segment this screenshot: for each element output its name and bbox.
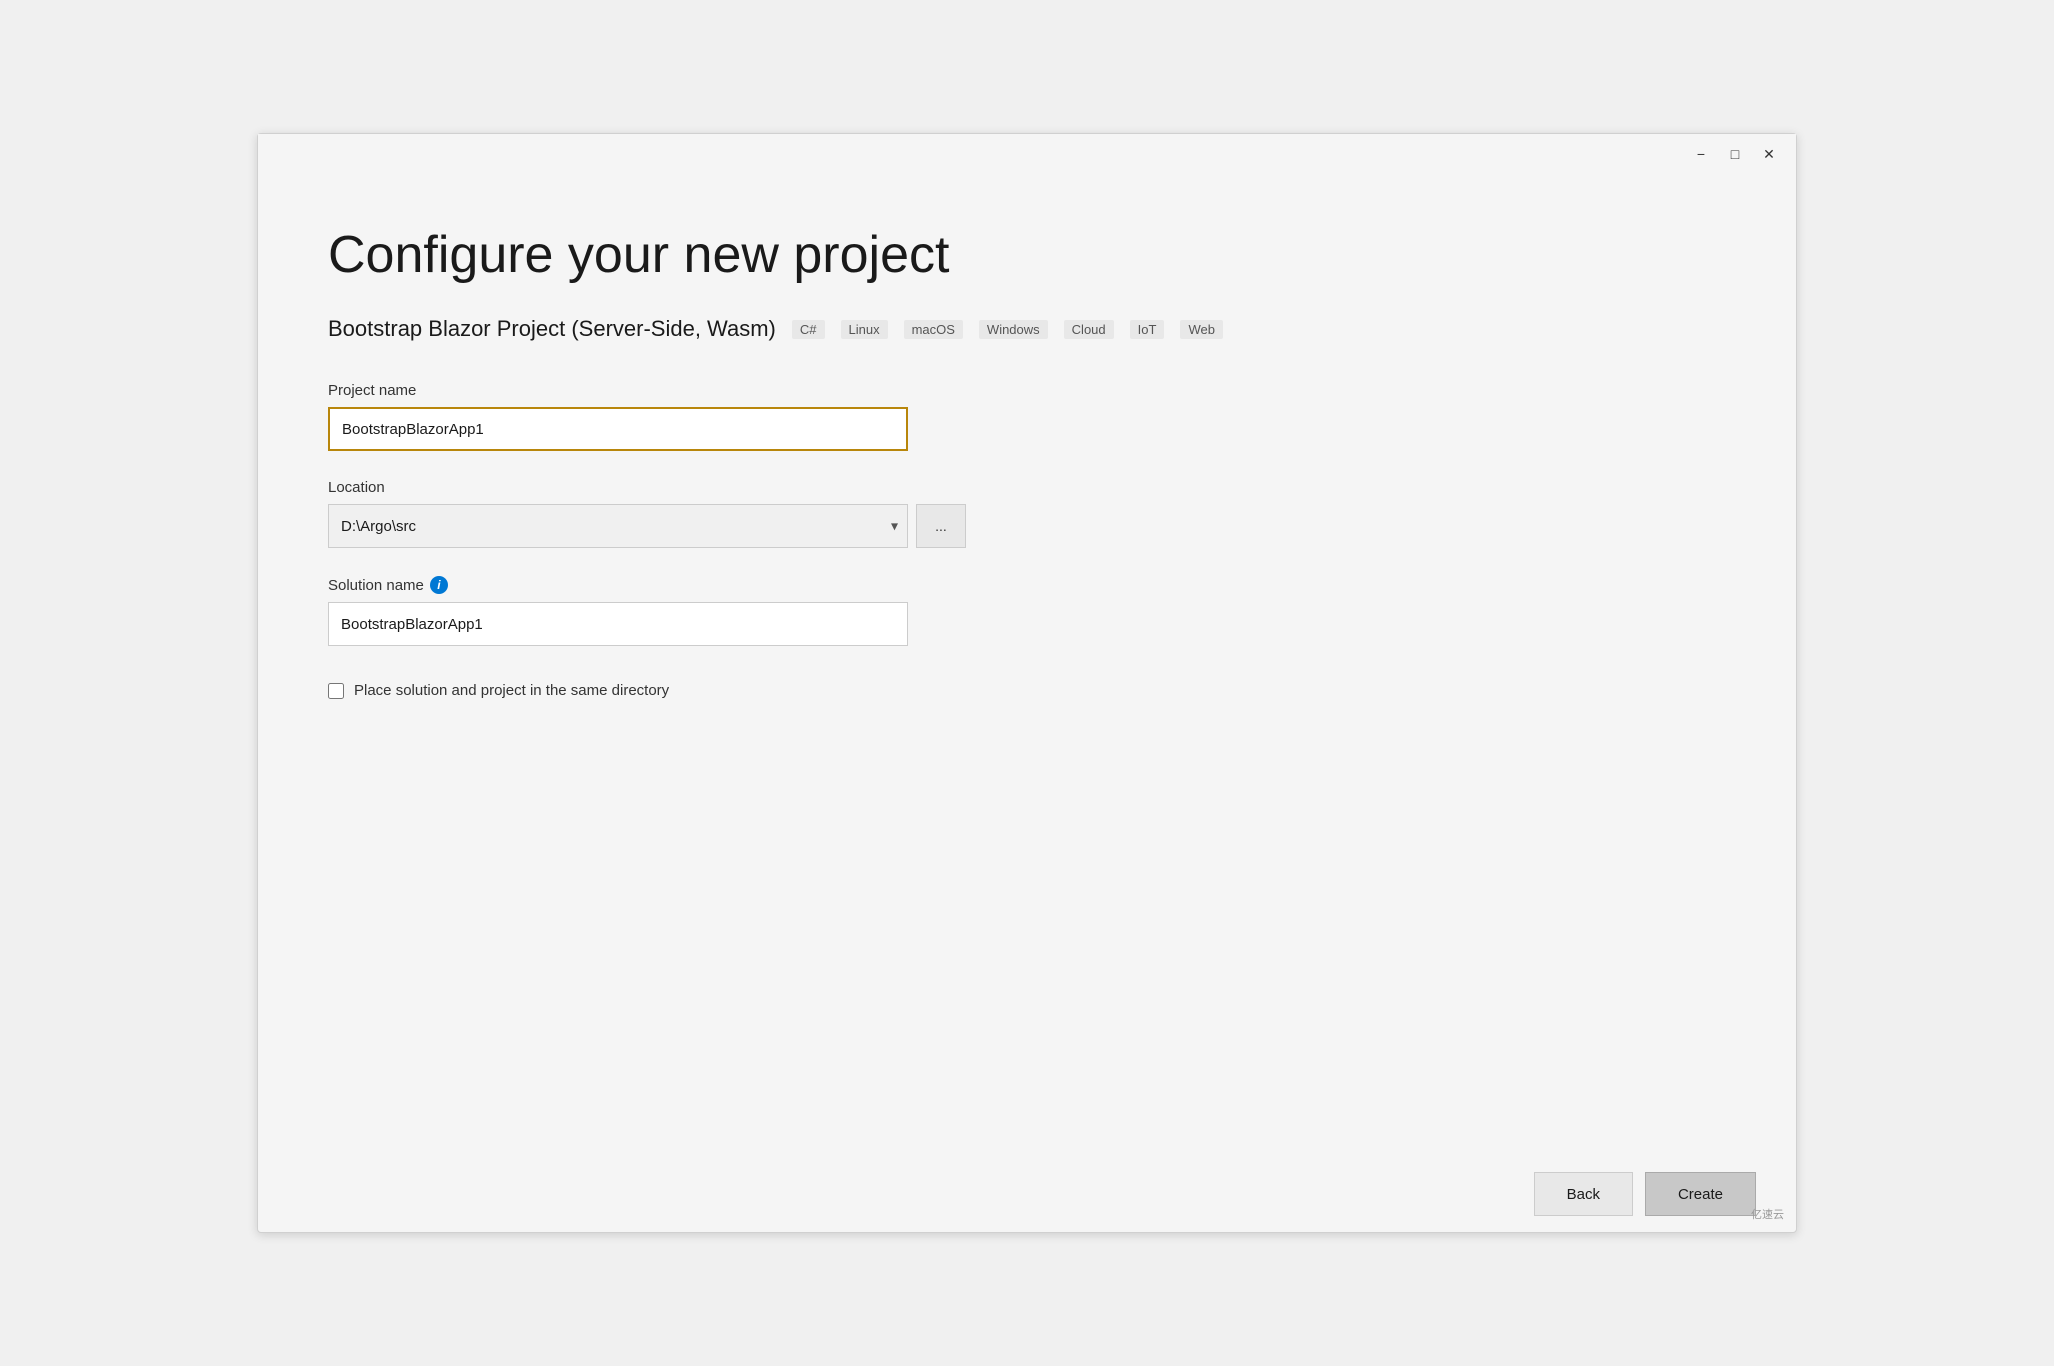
tag-macos: macOS	[904, 320, 963, 339]
project-name-group: Project name	[328, 382, 1726, 451]
maximize-button[interactable]: □	[1720, 142, 1750, 166]
project-name-label: Project name	[328, 382, 1726, 399]
location-row: D:\Argo\src ...	[328, 504, 1726, 548]
back-button[interactable]: Back	[1534, 1172, 1633, 1216]
page-title: Configure your new project	[328, 224, 1726, 286]
project-type-name: Bootstrap Blazor Project (Server-Side, W…	[328, 316, 776, 342]
tag-csharp: C#	[792, 320, 825, 339]
location-select[interactable]: D:\Argo\src	[328, 504, 908, 548]
close-button[interactable]: ✕	[1754, 142, 1784, 166]
solution-name-group: Solution name i	[328, 576, 1726, 646]
form-section: Project name Location D:\Argo\src ...	[328, 382, 1726, 699]
tag-windows: Windows	[979, 320, 1048, 339]
project-name-wrapper	[328, 407, 908, 451]
tag-iot: IoT	[1130, 320, 1165, 339]
footer: Back Create	[258, 1156, 1796, 1232]
project-name-input[interactable]	[328, 407, 908, 451]
solution-name-label: Solution name i	[328, 576, 1726, 594]
main-window: − □ ✕ Configure your new project Bootstr…	[257, 133, 1797, 1233]
tag-linux: Linux	[841, 320, 888, 339]
same-directory-label[interactable]: Place solution and project in the same d…	[354, 682, 669, 699]
titlebar: − □ ✕	[258, 134, 1796, 174]
create-button[interactable]: Create	[1645, 1172, 1756, 1216]
browse-button[interactable]: ...	[916, 504, 966, 548]
main-content: Configure your new project Bootstrap Bla…	[258, 174, 1796, 1156]
tag-web: Web	[1180, 320, 1223, 339]
location-group: Location D:\Argo\src ...	[328, 479, 1726, 548]
solution-name-info-icon[interactable]: i	[430, 576, 448, 594]
minimize-button[interactable]: −	[1686, 142, 1716, 166]
project-type-row: Bootstrap Blazor Project (Server-Side, W…	[328, 316, 1726, 342]
solution-name-input[interactable]	[328, 602, 908, 646]
location-wrapper: D:\Argo\src	[328, 504, 908, 548]
location-label: Location	[328, 479, 1726, 496]
watermark: 亿速云	[1751, 1206, 1784, 1222]
tag-cloud: Cloud	[1064, 320, 1114, 339]
same-directory-row: Place solution and project in the same d…	[328, 682, 1726, 699]
same-directory-checkbox[interactable]	[328, 683, 344, 699]
